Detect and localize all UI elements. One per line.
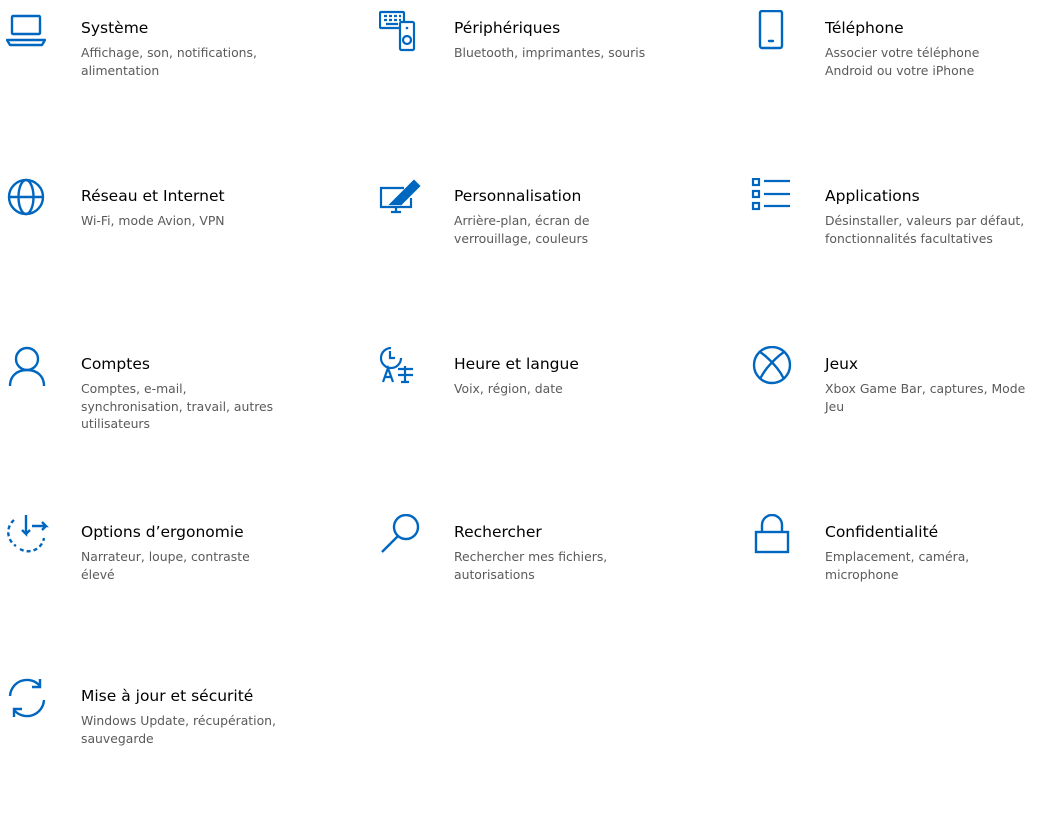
- desc-line: Xbox Game Bar, captures, Mode: [825, 381, 1026, 396]
- tile-confidentialite[interactable]: Confidentialité Emplacement, caméra, mic…: [750, 512, 1059, 662]
- tile-comptes[interactable]: Comptes Comptes, e-mail, synchronisation…: [6, 344, 366, 494]
- desc-line: Android ou votre iPhone: [825, 62, 975, 78]
- tile-title: Réseau et Internet: [81, 187, 225, 205]
- phone-icon: [750, 10, 804, 64]
- tile-description: Associer votre téléphone Android ou votr…: [825, 44, 1059, 79]
- tile-description: Windows Update, récupération, sauvegarde: [81, 712, 321, 747]
- tile-description: Narrateur, loupe, contraste élevé: [81, 548, 321, 583]
- tile-peripheriques[interactable]: Périphériques Bluetooth, imprimantes, so…: [379, 8, 739, 158]
- search-icon: [379, 514, 433, 568]
- tile-title: Jeux: [825, 355, 859, 373]
- tile-description: Affichage, son, notifications, alimentat…: [81, 44, 321, 79]
- tile-title: Options d’ergonomie: [81, 523, 244, 541]
- desc-line: Arrière-plan, écran de: [454, 213, 590, 228]
- desc-line: Bluetooth, imprimantes, souris: [454, 45, 646, 60]
- desc-line: utilisateurs: [81, 416, 150, 431]
- tile-title: Périphériques: [454, 19, 561, 37]
- tile-title: Comptes: [81, 355, 150, 373]
- devices-icon: [379, 10, 433, 64]
- tile-mise-a-jour-securite[interactable]: Mise à jour et sécurité Windows Update, …: [6, 676, 366, 826]
- settings-grid: Système Affichage, son, notifications, a…: [0, 0, 1059, 746]
- tile-title: Confidentialité: [825, 523, 939, 541]
- desc-line: synchronisation, travail, autres: [81, 398, 274, 414]
- desc-line: Comptes, e-mail,: [81, 381, 187, 396]
- tile-jeux[interactable]: Jeux Xbox Game Bar, captures, Mode Jeu: [750, 344, 1059, 494]
- desc-line: microphone: [825, 566, 899, 582]
- tile-description: Wi-Fi, mode Avion, VPN: [81, 212, 321, 230]
- lock-icon: [750, 514, 804, 568]
- desc-line: Rechercher mes fichiers,: [454, 549, 608, 564]
- tile-description: Désinstaller, valeurs par défaut, foncti…: [825, 212, 1059, 247]
- tile-rechercher[interactable]: Rechercher Rechercher mes fichiers, auto…: [379, 512, 739, 662]
- desc-line: Wi-Fi, mode Avion, VPN: [81, 213, 225, 228]
- desc-line: Jeu: [825, 398, 845, 414]
- xbox-icon: [750, 346, 804, 400]
- desc-line: Affichage, son, notifications,: [81, 45, 257, 60]
- laptop-icon: [6, 10, 60, 64]
- desc-line: Voix, région, date: [454, 381, 563, 396]
- desc-line: Narrateur, loupe, contraste: [81, 549, 250, 564]
- desc-line: autorisations: [454, 566, 535, 582]
- sync-icon: [6, 678, 60, 732]
- desc-line: sauvegarde: [81, 730, 154, 746]
- tile-title: Heure et langue: [454, 355, 579, 373]
- desc-line: Désinstaller, valeurs par défaut,: [825, 213, 1025, 228]
- tile-systeme[interactable]: Système Affichage, son, notifications, a…: [6, 8, 366, 158]
- person-icon: [6, 346, 60, 400]
- desc-line: Windows Update, récupération,: [81, 713, 276, 728]
- tile-title: Personnalisation: [454, 187, 582, 205]
- tile-personnalisation[interactable]: Personnalisation Arrière-plan, écran de …: [379, 176, 739, 326]
- paint-icon: [379, 178, 433, 232]
- desc-line: Associer votre téléphone: [825, 45, 980, 60]
- tile-description: Xbox Game Bar, captures, Mode Jeu: [825, 380, 1059, 415]
- desc-line: élevé: [81, 566, 115, 582]
- apps-list-icon: [750, 178, 804, 232]
- tile-title: Téléphone: [825, 19, 904, 37]
- tile-description: Emplacement, caméra, microphone: [825, 548, 1059, 583]
- desc-line: Emplacement, caméra,: [825, 549, 970, 564]
- tile-description: Bluetooth, imprimantes, souris: [454, 44, 694, 62]
- time-language-icon: [379, 346, 433, 400]
- tile-description: Comptes, e-mail, synchronisation, travai…: [81, 380, 321, 433]
- tile-title: Applications: [825, 187, 920, 205]
- ease-of-access-icon: [6, 514, 60, 568]
- tile-telephone[interactable]: Téléphone Associer votre téléphone Andro…: [750, 8, 1059, 158]
- desc-line: fonctionnalités facultatives: [825, 230, 993, 246]
- desc-line: verrouillage, couleurs: [454, 230, 589, 246]
- tile-title: Mise à jour et sécurité: [81, 687, 254, 705]
- tile-applications[interactable]: Applications Désinstaller, valeurs par d…: [750, 176, 1059, 326]
- globe-icon: [6, 178, 60, 232]
- tile-description: Arrière-plan, écran de verrouillage, cou…: [454, 212, 694, 247]
- tile-description: Rechercher mes fichiers, autorisations: [454, 548, 694, 583]
- tile-options-ergonomie[interactable]: Options d’ergonomie Narrateur, loupe, co…: [6, 512, 366, 662]
- tile-title: Rechercher: [454, 523, 542, 541]
- tile-reseau-internet[interactable]: Réseau et Internet Wi-Fi, mode Avion, VP…: [6, 176, 366, 326]
- tile-description: Voix, région, date: [454, 380, 694, 398]
- desc-line: alimentation: [81, 62, 160, 78]
- tile-heure-langue[interactable]: Heure et langue Voix, région, date: [379, 344, 739, 494]
- tile-title: Système: [81, 19, 149, 37]
